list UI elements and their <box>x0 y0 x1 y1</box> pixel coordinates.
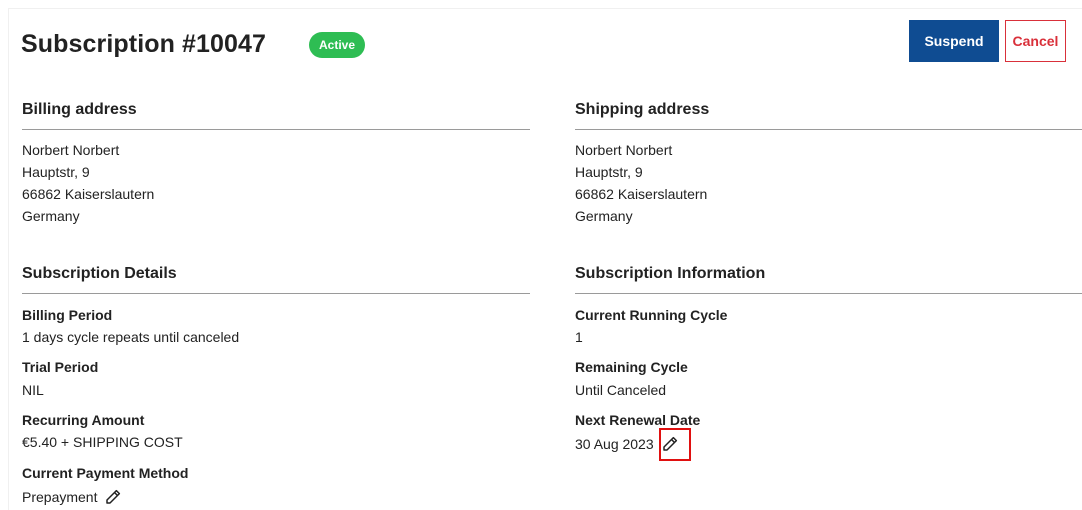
status-badge: Active <box>309 32 366 58</box>
recurring-amount-value: €5.40 + SHIPPING COST <box>22 434 183 450</box>
current-cycle-label: Current Running Cycle <box>575 307 728 323</box>
billing-address-block: Norbert Norbert Hauptstr, 9 66862 Kaiser… <box>22 139 154 227</box>
subscription-details-heading: Subscription Details <box>22 265 530 294</box>
shipping-city: 66862 Kaiserslautern <box>575 186 708 202</box>
billing-city: 66862 Kaiserslautern <box>22 186 155 202</box>
next-renewal-label: Next Renewal Date <box>575 412 701 428</box>
page-title: Subscription #10047 <box>21 30 267 58</box>
billing-name: Norbert Norbert <box>22 142 120 158</box>
edit-payment-method-pencil-icon[interactable] <box>103 487 123 507</box>
billing-period-label: Billing Period <box>22 307 113 323</box>
payment-method-row: Prepayment <box>22 487 123 507</box>
billing-address-heading: Billing address <box>22 101 530 130</box>
shipping-name: Norbert Norbert <box>575 142 673 158</box>
suspend-button[interactable]: Suspend <box>909 20 999 62</box>
remaining-cycle-label: Remaining Cycle <box>575 359 688 375</box>
billing-period-value: 1 days cycle repeats until canceled <box>22 329 240 345</box>
billing-country: Germany <box>22 208 80 224</box>
trial-period-value: NIL <box>22 382 44 398</box>
current-cycle-value: 1 <box>575 329 583 345</box>
cancel-button[interactable]: Cancel <box>1005 20 1066 62</box>
shipping-country: Germany <box>575 208 633 224</box>
next-renewal-value: 30 Aug 2023 <box>575 436 654 452</box>
payment-method-value: Prepayment <box>22 489 98 505</box>
shipping-address-block: Norbert Norbert Hauptstr, 9 66862 Kaiser… <box>575 139 707 227</box>
shipping-street: Hauptstr, 9 <box>575 164 643 180</box>
payment-method-label: Current Payment Method <box>22 465 189 481</box>
trial-period-label: Trial Period <box>22 359 99 375</box>
billing-street: Hauptstr, 9 <box>22 164 90 180</box>
shipping-address-heading: Shipping address <box>575 101 1082 130</box>
subscription-information-heading: Subscription Information <box>575 265 1082 294</box>
remaining-cycle-value: Until Canceled <box>575 382 667 398</box>
highlight-box <box>659 428 691 461</box>
recurring-amount-label: Recurring Amount <box>22 412 145 428</box>
